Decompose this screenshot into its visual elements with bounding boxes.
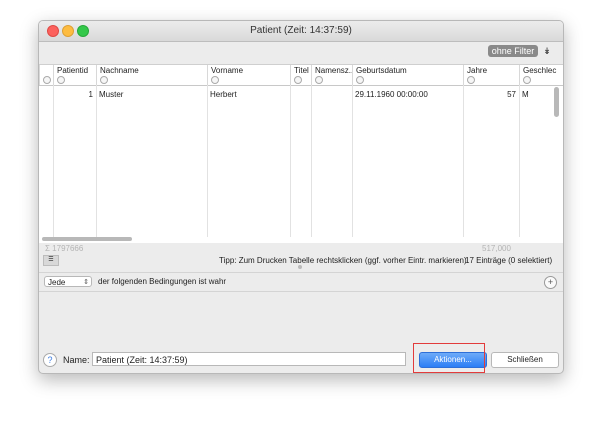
sort-icon bbox=[523, 76, 531, 84]
column-header-geschlecht[interactable]: Geschlec bbox=[519, 65, 563, 85]
highlight-box bbox=[413, 343, 485, 373]
condition-row: Jede ⇕ der folgenden Bedingungen ist wah… bbox=[39, 272, 563, 292]
sort-icon bbox=[43, 76, 51, 84]
cell-vorname: Herbert bbox=[210, 90, 237, 99]
entry-count: 17 Einträge (0 selektiert) bbox=[465, 256, 553, 265]
cell-geschlecht: M bbox=[522, 90, 529, 99]
column-divider bbox=[463, 85, 464, 237]
sort-icon bbox=[57, 76, 65, 84]
cell-nachname: Muster bbox=[99, 90, 124, 99]
column-divider bbox=[96, 85, 97, 237]
window-title: Patient (Zeit: 14:37:59) bbox=[250, 25, 352, 36]
table-options-icon[interactable]: ☰ bbox=[43, 255, 59, 266]
patient-table: Patientid Nachname Vorname Titel Namensz… bbox=[39, 64, 563, 243]
column-divider bbox=[352, 85, 353, 237]
patient-window: Patient (Zeit: 14:37:59) ohne Filter ↡ P… bbox=[38, 20, 564, 374]
column-divider bbox=[207, 85, 208, 237]
filter-arrow-icon[interactable]: ↡ bbox=[542, 45, 552, 57]
sort-icon bbox=[294, 76, 302, 84]
add-condition-button[interactable]: + bbox=[544, 276, 557, 289]
column-header-nachname[interactable]: Nachname bbox=[96, 65, 207, 85]
sort-icon bbox=[211, 76, 219, 84]
name-label: Name: bbox=[63, 355, 90, 365]
column-header-patientid[interactable]: Patientid bbox=[53, 65, 96, 85]
title-bar: Patient (Zeit: 14:37:59) bbox=[39, 21, 563, 42]
column-divider bbox=[53, 85, 54, 237]
column-header-namenszusatz[interactable]: Namensz... bbox=[311, 65, 352, 85]
summary-row: Σ 1797666 517,000 bbox=[39, 242, 563, 254]
vertical-scrollbar[interactable] bbox=[554, 87, 559, 117]
column-header-geburtsdatum[interactable]: Geburtsdatum bbox=[352, 65, 463, 85]
cell-geburtsdatum: 29.11.1960 00:00:00 bbox=[355, 90, 428, 99]
sort-icon bbox=[315, 76, 323, 84]
row-select-header[interactable] bbox=[39, 65, 53, 85]
tip-text: Tipp: Zum Drucken Tabelle rechtsklicken … bbox=[219, 256, 467, 265]
column-divider bbox=[519, 85, 520, 237]
close-button[interactable]: Schließen bbox=[491, 352, 559, 368]
column-header-jahre[interactable]: Jahre bbox=[463, 65, 519, 85]
horizontal-scrollbar[interactable] bbox=[42, 237, 132, 241]
condition-mode-select[interactable]: Jede ⇕ bbox=[44, 276, 92, 287]
sort-icon bbox=[356, 76, 364, 84]
sort-icon bbox=[467, 76, 475, 84]
cell-patientid: 1 bbox=[88, 90, 93, 99]
column-divider bbox=[311, 85, 312, 237]
table-header: Patientid Nachname Vorname Titel Namensz… bbox=[39, 65, 563, 86]
cell-jahre: 57 bbox=[507, 90, 516, 99]
column-divider bbox=[290, 85, 291, 237]
help-button[interactable]: ? bbox=[43, 353, 57, 367]
condition-text: der folgenden Bedingungen ist wahr bbox=[98, 277, 227, 286]
name-field[interactable]: Patient (Zeit: 14:37:59) bbox=[92, 352, 406, 366]
column-header-titel[interactable]: Titel bbox=[290, 65, 311, 85]
filter-button[interactable]: ohne Filter bbox=[488, 45, 538, 57]
chevron-updown-icon: ⇕ bbox=[83, 279, 89, 286]
splitter-handle[interactable] bbox=[298, 265, 302, 269]
column-header-vorname[interactable]: Vorname bbox=[207, 65, 290, 85]
sum-right: 517,000 bbox=[482, 244, 511, 253]
sort-icon bbox=[100, 76, 108, 84]
sum-left: Σ 1797666 bbox=[45, 244, 84, 253]
